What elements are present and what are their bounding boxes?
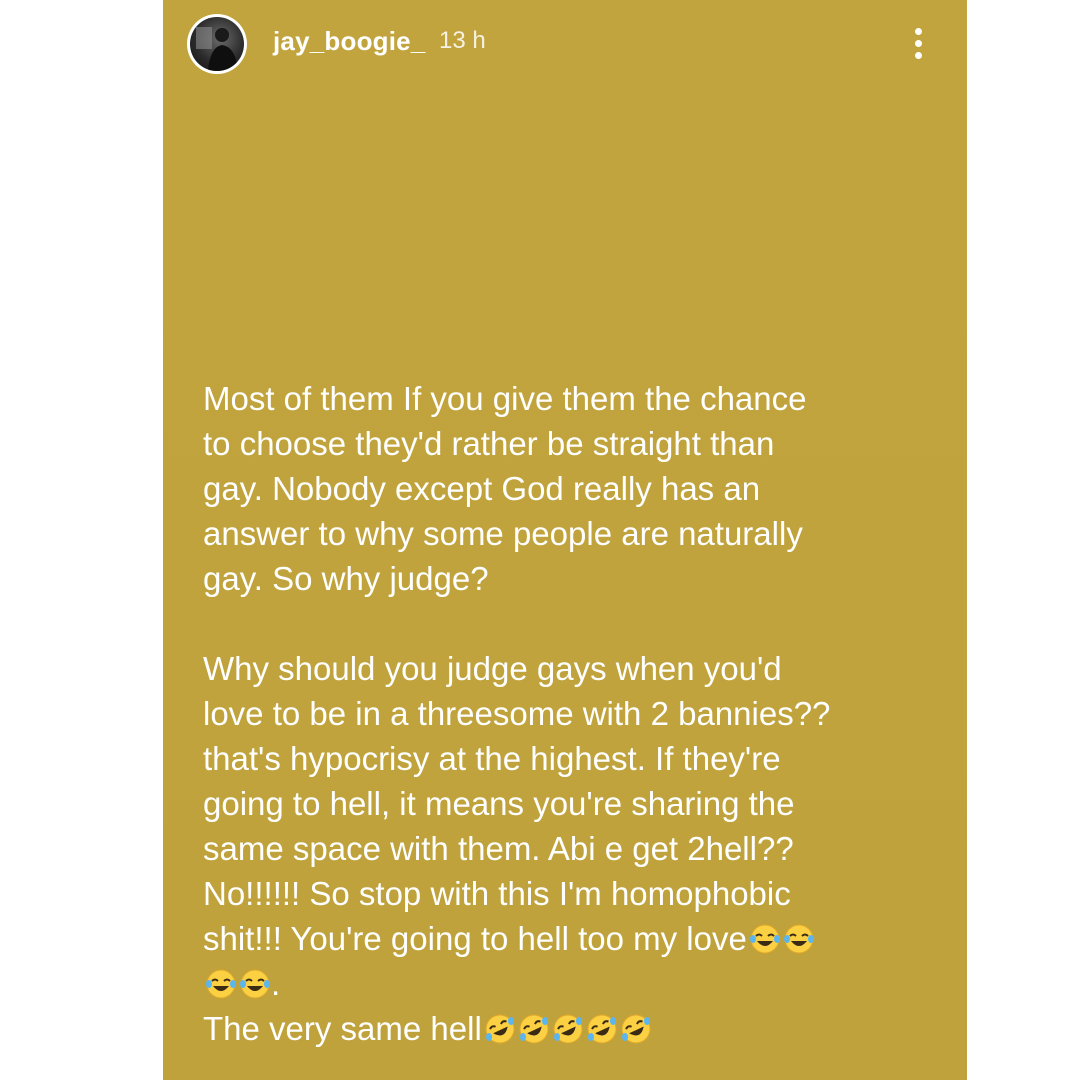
more-dot	[915, 40, 922, 47]
story-paragraph-3: The very same hell	[203, 1010, 482, 1047]
avatar-silhouette-icon	[196, 27, 238, 71]
face-with-tears-of-joy-icon	[749, 924, 780, 954]
face-with-tears-of-joy-icon	[206, 969, 236, 999]
more-dot	[915, 52, 922, 59]
story-frame: jay_boogie_ 13 h Most of them If you giv…	[163, 0, 967, 1080]
more-vertical-icon[interactable]	[907, 24, 931, 64]
laughing-emoji-group-1	[747, 920, 815, 957]
story-text: Most of them If you give them the chance…	[203, 376, 943, 1051]
rolling-emoji-group	[482, 1010, 652, 1047]
laughing-emoji-group-2: .	[203, 965, 280, 1002]
more-dot	[915, 28, 922, 35]
emoji-trailing-period: .	[271, 965, 281, 1002]
profile-avatar[interactable]	[187, 14, 247, 74]
story-username[interactable]: jay_boogie_	[273, 26, 425, 57]
rolling-on-floor-laughing-icon	[553, 1014, 583, 1044]
story-paragraph-2: Why should you judge gays when you'd lov…	[203, 646, 943, 1051]
story-timestamp: 13 h	[439, 27, 486, 54]
rolling-on-floor-laughing-icon	[587, 1014, 617, 1044]
story-header: jay_boogie_ 13 h	[163, 0, 967, 90]
rolling-on-floor-laughing-icon	[519, 1014, 549, 1044]
rolling-on-floor-laughing-icon	[621, 1014, 651, 1044]
rolling-on-floor-laughing-icon	[485, 1014, 515, 1044]
story-paragraph-1: Most of them If you give them the chance…	[203, 380, 807, 597]
face-with-tears-of-joy-icon	[783, 924, 814, 954]
face-with-tears-of-joy-icon	[240, 969, 270, 999]
avatar-photo	[190, 17, 244, 71]
story-paragraph-2-text: Why should you judge gays when you'd lov…	[203, 650, 831, 957]
